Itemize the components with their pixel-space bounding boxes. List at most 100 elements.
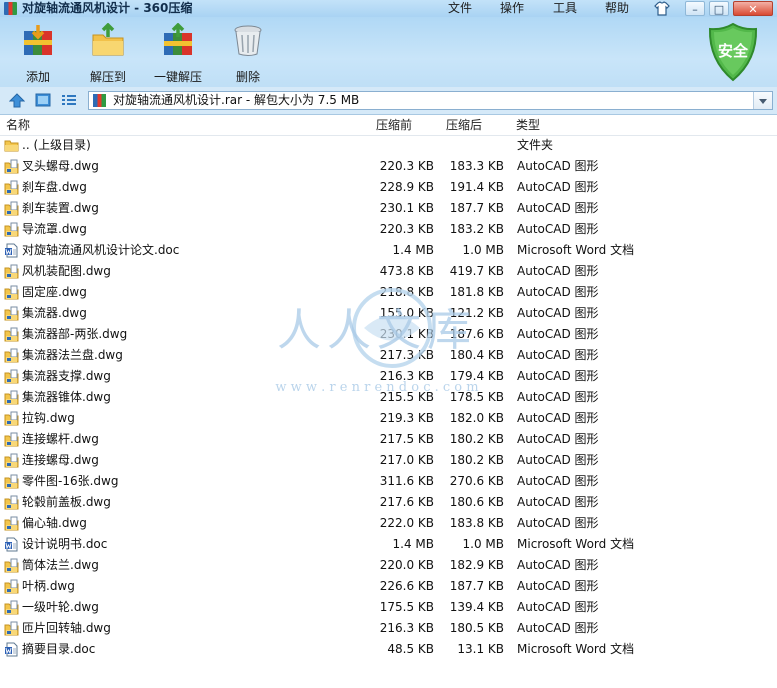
- file-size-after: 191.4 KB: [449, 180, 504, 194]
- file-row[interactable]: 叶柄.dwg 226.6 KB 187.7 KB AutoCAD 图形: [0, 576, 777, 597]
- add-archive-icon: [24, 25, 52, 55]
- file-row[interactable]: 集流器法兰盘.dwg 217.3 KB 180.4 KB AutoCAD 图形: [0, 345, 777, 366]
- dwg-file-icon: [4, 222, 19, 237]
- app-icon: [4, 2, 17, 15]
- doc-file-icon: [5, 537, 18, 552]
- file-row[interactable]: 固定座.dwg 218.8 KB 181.8 KB AutoCAD 图形: [0, 282, 777, 303]
- file-type: AutoCAD 图形: [517, 285, 599, 299]
- one-click-extract-button[interactable]: 一键解压: [146, 22, 210, 85]
- maximize-button[interactable]: □: [709, 1, 729, 16]
- file-size-after: 180.4 KB: [449, 348, 504, 362]
- file-size-before: 222.0 KB: [379, 516, 434, 530]
- column-size-before[interactable]: 压缩前: [376, 115, 412, 135]
- file-name: 集流器法兰盘.dwg: [22, 348, 123, 362]
- file-size-after: 187.7 KB: [449, 579, 504, 593]
- file-row[interactable]: 拉钩.dwg 219.3 KB 182.0 KB AutoCAD 图形: [0, 408, 777, 429]
- menu-tools[interactable]: 工具: [553, 0, 577, 17]
- file-type: AutoCAD 图形: [517, 180, 599, 194]
- extract-to-label: 解压到: [89, 70, 126, 84]
- folder-icon: [4, 140, 19, 152]
- file-size-after: 180.2 KB: [449, 432, 504, 446]
- file-row[interactable]: 摘要目录.doc 48.5 KB 13.1 KB Microsoft Word 文档: [0, 639, 777, 660]
- minimize-button[interactable]: –: [685, 1, 705, 16]
- delete-button[interactable]: 删除: [216, 23, 280, 85]
- file-size-before: 230.1 KB: [379, 201, 434, 215]
- file-row[interactable]: 设计说明书.doc 1.4 MB 1.0 MB Microsoft Word 文档: [0, 534, 777, 555]
- list-view-icon[interactable]: [61, 93, 77, 108]
- file-size-before: 217.5 KB: [379, 432, 434, 446]
- file-size-after: 121.2 KB: [449, 306, 504, 320]
- file-list: .. (上级目录) 文件夹 叉头螺母.dwg 220.3 KB 183.3 KB Auto…: [0, 135, 777, 660]
- file-row[interactable]: 叉头螺母.dwg 220.3 KB 183.3 KB AutoCAD 图形: [0, 156, 777, 177]
- file-type: Microsoft Word 文档: [517, 537, 635, 551]
- file-row[interactable]: 轮毂前盖板.dwg 217.6 KB 180.6 KB AutoCAD 图形: [0, 492, 777, 513]
- file-type: AutoCAD 图形: [517, 348, 599, 362]
- file-size-before: 175.5 KB: [379, 600, 434, 614]
- file-row[interactable]: 连接螺杆.dwg 217.5 KB 180.2 KB AutoCAD 图形: [0, 429, 777, 450]
- file-name: 刹车装置.dwg: [22, 201, 99, 215]
- file-type: AutoCAD 图形: [517, 495, 599, 509]
- file-row[interactable]: 导流罩.dwg 220.3 KB 183.2 KB AutoCAD 图形: [0, 219, 777, 240]
- file-row[interactable]: 集流器锥体.dwg 215.5 KB 178.5 KB AutoCAD 图形: [0, 387, 777, 408]
- file-size-before: 217.0 KB: [379, 453, 434, 467]
- file-size-after: 183.2 KB: [449, 222, 504, 236]
- path-dropdown-button[interactable]: [753, 92, 772, 109]
- menu-operation[interactable]: 操作: [500, 0, 524, 17]
- file-row[interactable]: 集流器.dwg 155.0 KB 121.2 KB AutoCAD 图形: [0, 303, 777, 324]
- menu-file[interactable]: 文件: [448, 0, 472, 17]
- skin-shirt-icon[interactable]: [654, 1, 670, 16]
- menu-help[interactable]: 帮助: [605, 0, 629, 17]
- close-button[interactable]: ✕: [733, 1, 773, 16]
- file-size-after: 183.8 KB: [449, 516, 504, 530]
- path-field[interactable]: 对旋轴流通风机设计.rar - 解包大小为 7.5 MB: [88, 91, 773, 110]
- file-type: AutoCAD 图形: [517, 432, 599, 446]
- dwg-file-icon: [4, 201, 19, 216]
- file-name: 集流器部-两张.dwg: [22, 327, 128, 341]
- trash-can-icon: [234, 25, 262, 56]
- file-size-before: 48.5 KB: [387, 642, 434, 656]
- security-shield-icon[interactable]: 安全: [707, 22, 759, 82]
- file-size-after: 180.6 KB: [449, 495, 504, 509]
- file-row[interactable]: .. (上级目录) 文件夹: [0, 135, 777, 156]
- file-row[interactable]: 风机装配图.dwg 473.8 KB 419.7 KB AutoCAD 图形: [0, 261, 777, 282]
- column-type[interactable]: 类型: [516, 115, 540, 135]
- file-name: 导流罩.dwg: [22, 222, 87, 236]
- add-button[interactable]: 添加: [6, 23, 70, 85]
- file-type: AutoCAD 图形: [517, 600, 599, 614]
- up-arrow-icon[interactable]: [9, 93, 25, 108]
- file-type: AutoCAD 图形: [517, 558, 599, 572]
- file-name: 叉头螺母.dwg: [22, 159, 99, 173]
- column-name[interactable]: 名称: [6, 115, 30, 135]
- extract-to-button[interactable]: 解压到: [76, 22, 140, 85]
- toolbar: 添加 解压到 一键解压 删除 安全: [0, 17, 777, 87]
- file-row[interactable]: 匝片回转轴.dwg 216.3 KB 180.5 KB AutoCAD 图形: [0, 618, 777, 639]
- file-row[interactable]: 零件图-16张.dwg 311.6 KB 270.6 KB AutoCAD 图形: [0, 471, 777, 492]
- file-row[interactable]: 连接螺母.dwg 217.0 KB 180.2 KB AutoCAD 图形: [0, 450, 777, 471]
- security-badge-text: 安全: [718, 42, 749, 60]
- file-name: 连接螺母.dwg: [22, 453, 99, 467]
- file-row[interactable]: 刹车盘.dwg 228.9 KB 191.4 KB AutoCAD 图形: [0, 177, 777, 198]
- file-name: 集流器锥体.dwg: [22, 390, 111, 404]
- file-type: AutoCAD 图形: [517, 369, 599, 383]
- dwg-file-icon: [4, 495, 19, 510]
- file-row[interactable]: 刹车装置.dwg 230.1 KB 187.7 KB AutoCAD 图形: [0, 198, 777, 219]
- file-size-before: 220.3 KB: [379, 222, 434, 236]
- file-row[interactable]: 筒体法兰.dwg 220.0 KB 182.9 KB AutoCAD 图形: [0, 555, 777, 576]
- file-size-before: 215.5 KB: [379, 390, 434, 404]
- file-row[interactable]: 偏心轴.dwg 222.0 KB 183.8 KB AutoCAD 图形: [0, 513, 777, 534]
- file-size-after: 187.7 KB: [449, 201, 504, 215]
- one-click-extract-label: 一键解压: [153, 70, 202, 84]
- column-size-after[interactable]: 压缩后: [446, 115, 482, 135]
- file-name: 集流器.dwg: [22, 306, 87, 320]
- file-row[interactable]: 一级叶轮.dwg 175.5 KB 139.4 KB AutoCAD 图形: [0, 597, 777, 618]
- add-label: 添加: [25, 70, 50, 84]
- file-row[interactable]: 对旋轴流通风机设计论文.doc 1.4 MB 1.0 MB Microsoft Wor…: [0, 240, 777, 261]
- file-row[interactable]: 集流器部-两张.dwg 230.1 KB 187.6 KB AutoCAD 图形: [0, 324, 777, 345]
- file-size-before: 155.0 KB: [379, 306, 434, 320]
- file-type: AutoCAD 图形: [517, 159, 599, 173]
- thumbnail-view-icon[interactable]: [35, 93, 51, 108]
- file-size-before: 220.0 KB: [379, 558, 434, 572]
- file-size-after: 1.0 MB: [462, 243, 504, 257]
- path-text: 对旋轴流通风机设计.rar - 解包大小为 7.5 MB: [113, 93, 360, 107]
- file-row[interactable]: 集流器支撑.dwg 216.3 KB 179.4 KB AutoCAD 图形: [0, 366, 777, 387]
